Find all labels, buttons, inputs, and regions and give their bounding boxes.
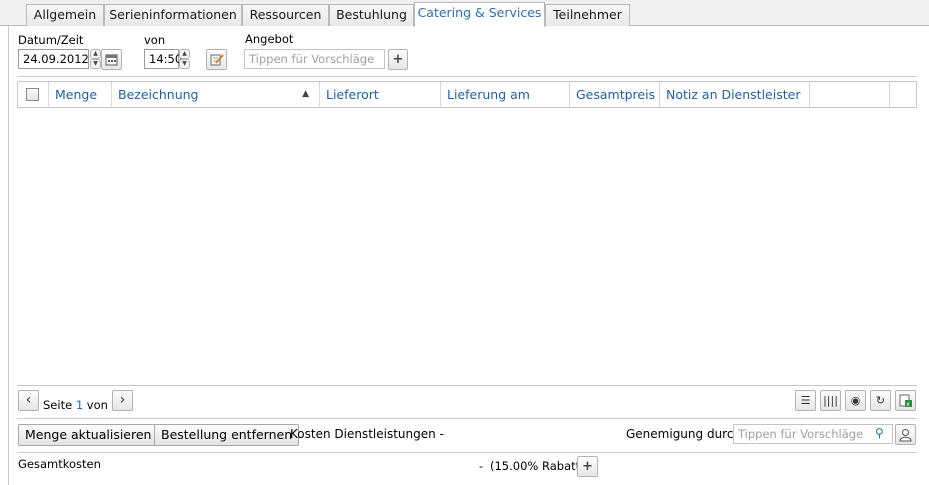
- grid-body: [17, 108, 917, 385]
- svg-text:x: x: [906, 401, 910, 408]
- column-lieferung-am[interactable]: Lieferung am: [441, 82, 570, 107]
- next-page-button[interactable]: ›: [112, 390, 133, 411]
- columns-icon: ||||: [823, 394, 838, 407]
- eye-icon: ◉: [850, 394, 861, 407]
- export-excel-button[interactable]: x: [895, 390, 916, 411]
- time-field[interactable]: 14:50: [144, 49, 182, 69]
- search-icon[interactable]: ⚲: [875, 426, 884, 440]
- edit-time-button[interactable]: [206, 49, 227, 70]
- sort-ascending-icon: ▲: [302, 89, 309, 99]
- offer-input[interactable]: Tippen für Vorschläge: [244, 49, 385, 69]
- column-bezeichnung-label: Bezeichnung: [118, 87, 199, 102]
- spin-down-icon[interactable]: ▼: [90, 59, 101, 69]
- time-spinner[interactable]: ▲ ▼: [179, 49, 190, 69]
- select-user-button[interactable]: [895, 424, 916, 445]
- tab-teilnehmer[interactable]: Teilnehmer: [545, 4, 630, 26]
- remove-order-button[interactable]: Bestellung entfernen: [154, 424, 300, 446]
- spin-down-icon[interactable]: ▼: [179, 59, 190, 69]
- excel-export-icon: x: [899, 394, 912, 408]
- user-icon: [899, 429, 912, 442]
- tab-bar: Allgemein Serieninformationen Ressourcen…: [0, 0, 929, 27]
- total-costs-label: Gesamtkosten: [18, 457, 101, 471]
- tab-ressourcen[interactable]: Ressourcen: [242, 4, 329, 26]
- column-notiz[interactable]: Notiz an Dienstleister: [660, 82, 810, 107]
- preview-button[interactable]: ◉: [845, 390, 866, 411]
- page-label: Seite: [43, 398, 73, 412]
- select-all-checkbox[interactable]: [26, 88, 39, 101]
- date-label: Datum/Zeit: [18, 33, 84, 47]
- date-spinner[interactable]: ▲ ▼: [90, 49, 101, 69]
- catering-panel: Datum/Zeit 24.09.2012 ▲ ▼ von 14:50 ▲ ▼ …: [8, 26, 929, 485]
- add-discount-button[interactable]: +: [577, 456, 598, 477]
- from-label: von: [144, 33, 166, 47]
- edit-icon: [210, 54, 224, 66]
- grid-header: Menge Bezeichnung ▲ Lieferort Lieferung …: [17, 81, 917, 108]
- calendar-button[interactable]: [101, 49, 122, 70]
- column-gesamtpreis[interactable]: Gesamtpreis: [570, 82, 660, 107]
- spin-up-icon[interactable]: ▲: [90, 49, 101, 59]
- column-menge[interactable]: Menge: [49, 82, 112, 107]
- update-quantity-button[interactable]: Menge aktualisieren: [18, 424, 159, 446]
- columns-button[interactable]: ||||: [820, 390, 841, 411]
- discount-text: (15.00% Rabatt): [490, 459, 585, 473]
- calendar-icon: [105, 54, 118, 66]
- divider: [17, 76, 917, 77]
- divider: [17, 452, 917, 453]
- list-icon: ☰: [800, 394, 811, 407]
- column-bezeichnung[interactable]: Bezeichnung ▲: [112, 82, 320, 107]
- tab-serieninformationen[interactable]: Serieninformationen: [104, 4, 242, 26]
- total-costs-value: -: [479, 459, 484, 473]
- date-field[interactable]: 24.09.2012: [18, 49, 89, 69]
- tab-catering-services[interactable]: Catering & Services: [414, 2, 545, 27]
- refresh-button[interactable]: ↻: [870, 390, 891, 411]
- page-current[interactable]: 1: [76, 398, 83, 412]
- tab-bestuhlung[interactable]: Bestuhlung: [329, 4, 414, 26]
- approval-label: Genemigung durch: [626, 427, 742, 441]
- divider: [17, 418, 917, 419]
- chevron-left-icon: ‹: [25, 392, 32, 408]
- tab-allgemein[interactable]: Allgemein: [26, 4, 104, 26]
- pager-text: Seite 1 von 1: [43, 398, 119, 412]
- add-offer-button[interactable]: +: [388, 49, 408, 70]
- chevron-right-icon: ›: [119, 392, 126, 408]
- approval-input[interactable]: Tippen für Vorschläge: [733, 424, 893, 444]
- select-all-cell: [18, 82, 49, 107]
- column-lieferort[interactable]: Lieferort: [320, 82, 441, 107]
- column-extra: [810, 82, 890, 107]
- list-view-button[interactable]: ☰: [795, 390, 816, 411]
- refresh-icon: ↻: [875, 394, 886, 407]
- service-costs-label: Kosten Dienstleistungen -: [290, 427, 444, 441]
- page-of-label: von: [86, 398, 108, 412]
- offer-label: Angebot: [245, 32, 294, 46]
- spin-up-icon[interactable]: ▲: [179, 49, 190, 59]
- prev-page-button[interactable]: ‹: [18, 390, 39, 411]
- divider: [17, 385, 917, 386]
